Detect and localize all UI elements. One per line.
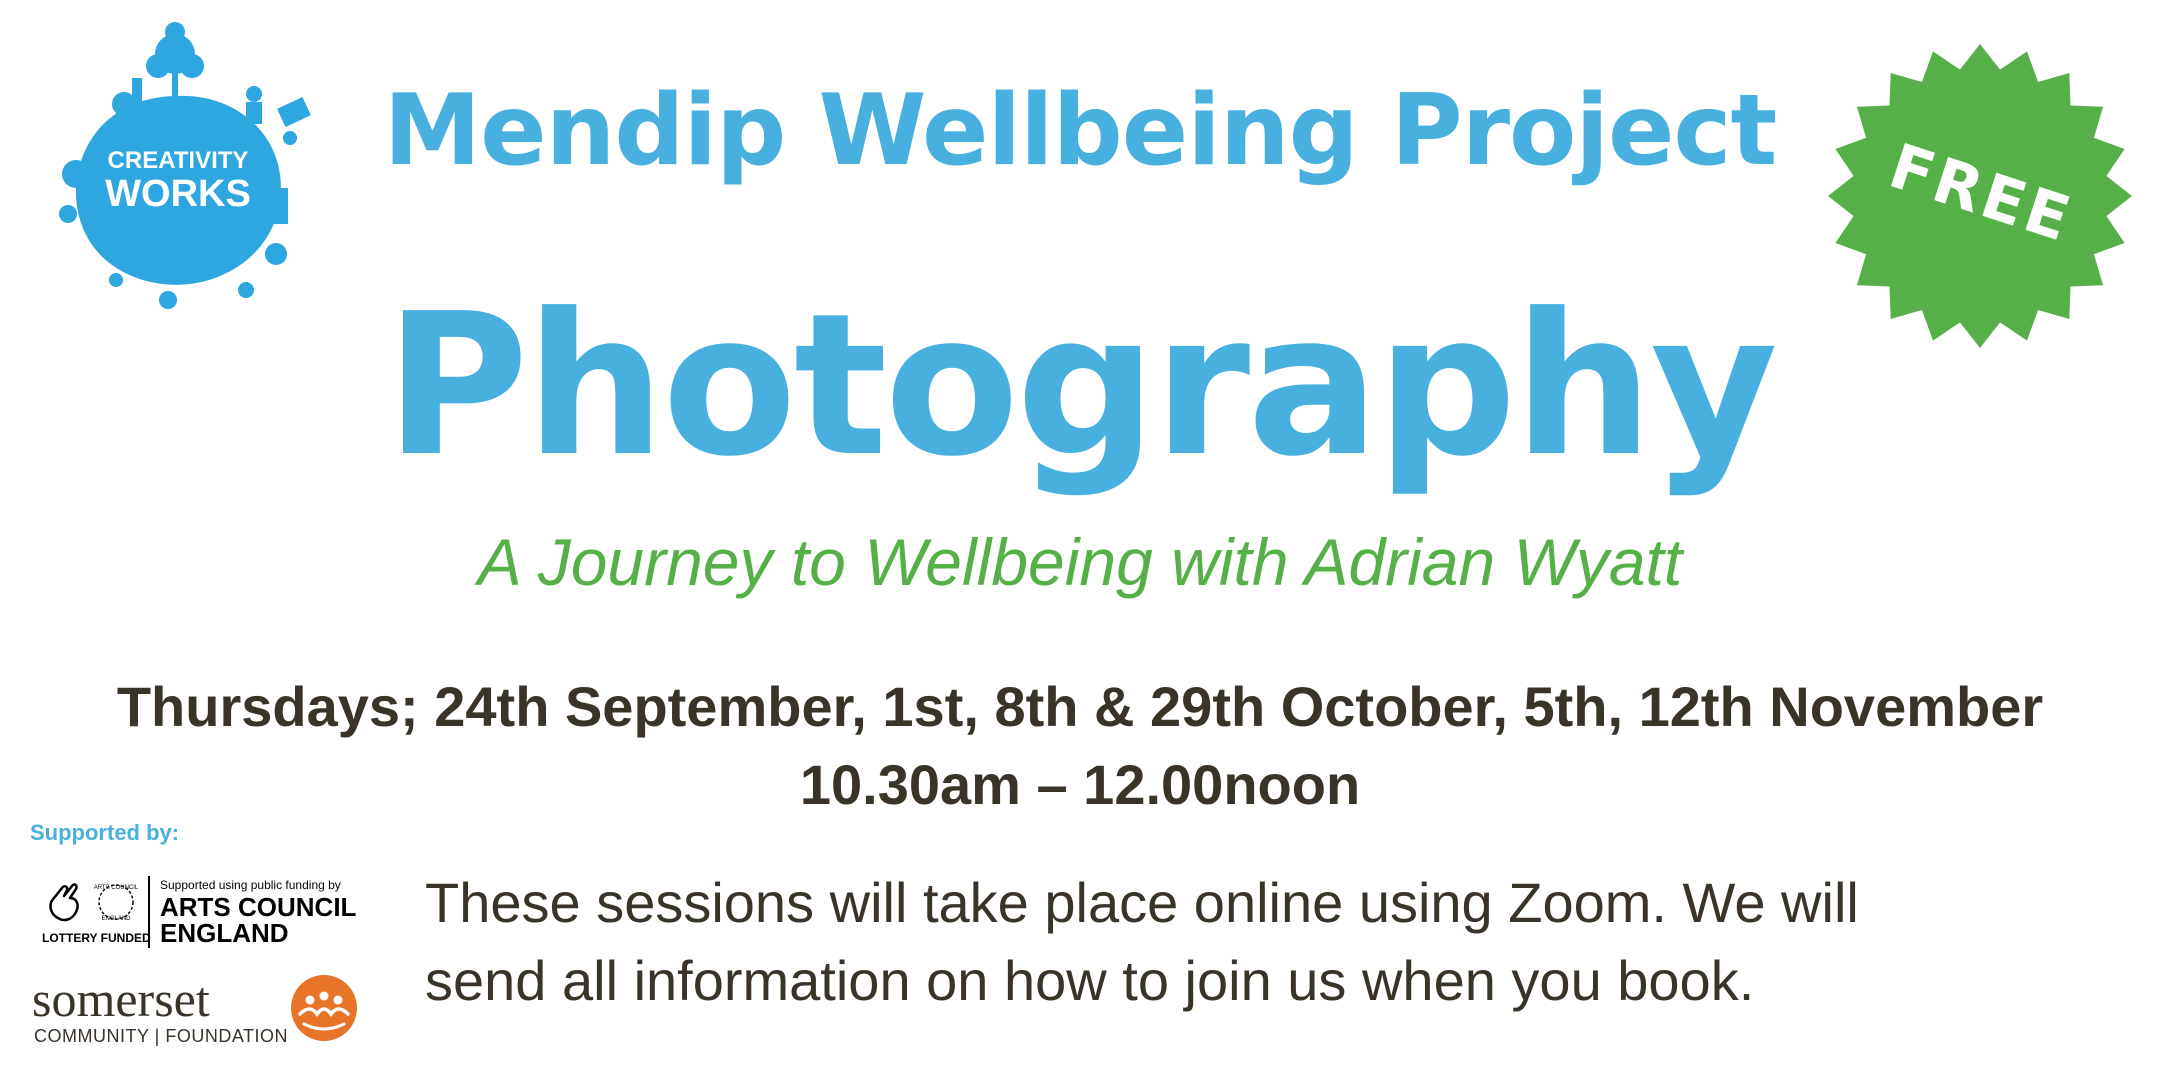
project-title: Mendip Wellbeing Project	[383, 74, 1778, 188]
session-dates: Thursdays; 24th September, 1st, 8th & 29…	[116, 675, 2044, 738]
ace-circle-top: ARTS COUNCIL	[94, 885, 139, 891]
ace-divider	[148, 876, 150, 948]
session-info-line2: send all information on how to join us w…	[425, 949, 1755, 1012]
lottery-funded-label: LOTTERY FUNDED	[42, 931, 151, 945]
somerset-wordmark: somerset	[32, 971, 210, 1027]
ace-funding-note: Supported using public funding by	[160, 878, 341, 892]
main-title: Photography	[384, 272, 1778, 500]
somerset-subline: COMMUNITY | FOUNDATION	[34, 1026, 288, 1046]
ace-wordmark-line2: ENGLAND	[160, 918, 289, 948]
somerset-people-icon	[291, 975, 357, 1041]
session-times: 10.30am – 12.00noon	[799, 753, 1361, 816]
supported-by-label: Supported by:	[30, 820, 180, 845]
lottery-crossed-fingers-icon	[49, 883, 79, 922]
ace-wordmark: ARTS COUNCIL ENGLAND	[160, 894, 356, 946]
subtitle: A Journey to Wellbeing with Adrian Wyatt	[477, 525, 1683, 599]
ace-circle-bottom: ENGLAND	[101, 916, 131, 922]
arts-council-circle-icon: ARTS COUNCIL ENGLAND	[94, 884, 139, 922]
session-info-line1: These sessions will take place online us…	[425, 871, 1859, 934]
ace-wordmark-line1: ARTS COUNCIL	[160, 892, 357, 922]
session-info: These sessions will take place online us…	[425, 864, 1925, 1020]
